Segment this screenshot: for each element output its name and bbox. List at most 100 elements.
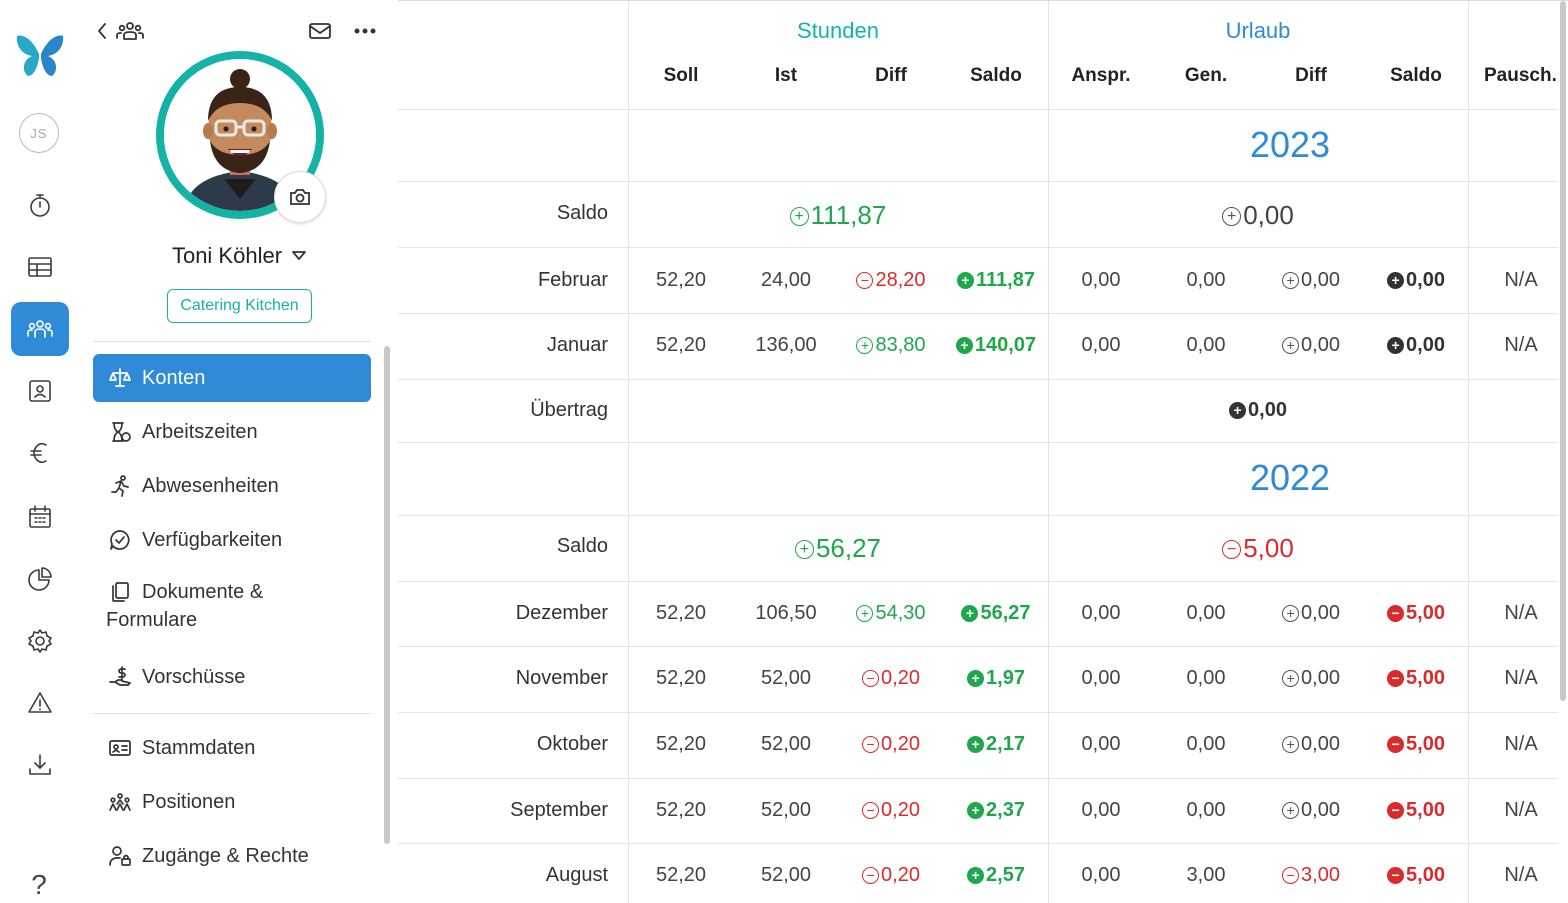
cell-urlaub-saldo: +0,00 <box>1364 334 1468 357</box>
hourglass-icon <box>112 422 131 442</box>
column-header-ist[interactable]: Ist <box>734 65 838 87</box>
cell-value: 0,00 <box>1301 602 1340 624</box>
column-divider <box>628 1 629 903</box>
user-initials-avatar[interactable]: JS <box>19 113 59 153</box>
plus-circle-icon: + <box>957 272 975 289</box>
cell-pausch: N/A <box>1504 733 1538 755</box>
team-icon[interactable] <box>116 16 144 46</box>
cell-value: 0,00 <box>1301 733 1340 755</box>
minus-circle-icon: − <box>1387 867 1405 884</box>
caret-down-icon <box>292 240 306 266</box>
contact-card-icon[interactable] <box>11 364 69 418</box>
menu-item-dokumente[interactable]: Dokumente & Formulare <box>93 570 371 642</box>
cell-soll: 52,20 <box>655 602 707 624</box>
plus-circle-icon: + <box>1282 670 1300 687</box>
plus-circle-icon: + <box>967 802 985 819</box>
cell-saldo: +140,07 <box>944 334 1048 357</box>
cell-urlaub-saldo: +0,00 <box>1364 269 1468 292</box>
row-label-month: November <box>515 667 608 689</box>
plus-circle-icon: + <box>1282 605 1300 622</box>
cell-value: 0,00 <box>1301 334 1340 356</box>
cell-urlaub-diff: +0,00 <box>1259 799 1363 822</box>
cell-ist: 136,00 <box>755 334 817 356</box>
cell-value: 54,30 <box>875 602 926 624</box>
column-header-anspr[interactable]: Anspr. <box>1049 65 1153 87</box>
column-header-saldo[interactable]: Saldo <box>944 65 1048 87</box>
uebertrag-value: +0,00 <box>1048 399 1468 422</box>
menu-item-verfuegbarkeiten[interactable]: Verfügbarkeiten <box>93 516 371 564</box>
cell-anspr: 0,00 <box>1081 334 1121 356</box>
minus-circle-icon: − <box>862 670 880 687</box>
menu-item-stammdaten[interactable]: Stammdaten <box>93 724 371 772</box>
cell-anspr: 0,00 <box>1081 602 1121 624</box>
download-icon[interactable] <box>11 738 69 792</box>
menu-item-label: Stammdaten <box>142 736 256 759</box>
employees-icon[interactable] <box>11 302 69 356</box>
minus-circle-icon: − <box>1282 867 1300 884</box>
column-header-gen[interactable]: Gen. <box>1154 65 1258 87</box>
cell-diff: +83,80 <box>839 334 943 357</box>
table-scrollbar[interactable] <box>1560 1 1566 701</box>
department-badge[interactable]: Catering Kitchen <box>167 289 312 323</box>
menu-item-konten[interactable]: Konten <box>93 354 371 402</box>
cell-ist: 52,00 <box>760 667 812 689</box>
column-header-soll[interactable]: Soll <box>629 65 733 87</box>
row-label-saldo: Saldo <box>556 535 608 557</box>
gear-icon[interactable] <box>11 614 69 668</box>
sidebar-scrollbar[interactable] <box>384 346 390 844</box>
cell-urlaub-diff: +0,00 <box>1259 667 1363 690</box>
row-divider <box>398 442 1558 443</box>
menu-item-positionen[interactable]: Positionen <box>93 778 371 826</box>
saldo-value: 111,87 <box>810 200 887 230</box>
more-options-icon[interactable] <box>354 16 376 46</box>
plus-circle-icon: + <box>856 337 874 354</box>
cell-urlaub-diff: +0,00 <box>1259 334 1363 357</box>
menu-item-vorschuesse[interactable]: Vorschüsse <box>93 653 371 701</box>
plus-circle-icon: + <box>967 736 985 753</box>
change-photo-button[interactable] <box>274 171 326 223</box>
cell-diff: −28,20 <box>839 269 943 292</box>
saldo-value: 0,00 <box>1243 200 1294 230</box>
plus-circle-icon: + <box>1387 337 1405 354</box>
row-label-saldo: Saldo <box>556 202 608 224</box>
help-icon[interactable]: ? <box>24 870 54 900</box>
menu-item-abwesenheiten[interactable]: Abwesenheiten <box>93 462 371 510</box>
cell-value: 0,20 <box>881 799 920 821</box>
cell-pausch: N/A <box>1504 334 1538 356</box>
cell-value: 5,00 <box>1406 799 1445 821</box>
column-header-pausch[interactable]: Pausch. <box>1469 65 1568 87</box>
mail-icon[interactable] <box>309 16 331 46</box>
cell-saldo: +2,37 <box>944 799 1048 822</box>
menu-item-arbeitszeiten[interactable]: Arbeitszeiten <box>93 408 371 456</box>
column-header-diff[interactable]: Diff <box>839 65 943 87</box>
cell-saldo: +111,87 <box>944 269 1048 292</box>
warning-icon[interactable] <box>11 676 69 730</box>
cell-urlaub-diff: +0,00 <box>1259 733 1363 756</box>
euro-icon[interactable] <box>11 426 69 480</box>
profile-name-dropdown[interactable]: Toni Köhler <box>78 240 400 269</box>
column-header-urlaub-diff[interactable]: Diff <box>1259 65 1363 87</box>
group-header-urlaub: Urlaub <box>1225 18 1291 43</box>
row-divider <box>398 646 1558 647</box>
butterfly-logo-icon[interactable] <box>14 30 66 80</box>
row-label-uebertrag: Übertrag <box>530 399 608 421</box>
column-header-urlaub-saldo[interactable]: Saldo <box>1364 65 1468 87</box>
cell-ist: 52,00 <box>760 864 812 886</box>
cell-value: 1,97 <box>986 667 1025 689</box>
plus-circle-icon: + <box>789 207 809 226</box>
menu-item-zugaenge[interactable]: Zugänge & Rechte <box>93 832 371 880</box>
cell-value: 2,17 <box>986 733 1025 755</box>
calendar-icon[interactable] <box>11 490 69 544</box>
minus-circle-icon: − <box>862 736 880 753</box>
cell-value: 56,27 <box>980 602 1031 624</box>
app-rail: JS ? <box>0 0 78 903</box>
cell-value: 0,20 <box>881 733 920 755</box>
cell-soll: 52,20 <box>655 799 707 821</box>
row-label-month: Januar <box>546 334 608 356</box>
cell-value: 0,00 <box>1406 334 1445 356</box>
cell-anspr: 0,00 <box>1081 864 1121 886</box>
back-chevron-icon[interactable] <box>96 16 108 46</box>
table-icon[interactable] <box>11 240 69 294</box>
stopwatch-icon[interactable] <box>11 178 69 232</box>
pie-chart-icon[interactable] <box>11 552 69 606</box>
